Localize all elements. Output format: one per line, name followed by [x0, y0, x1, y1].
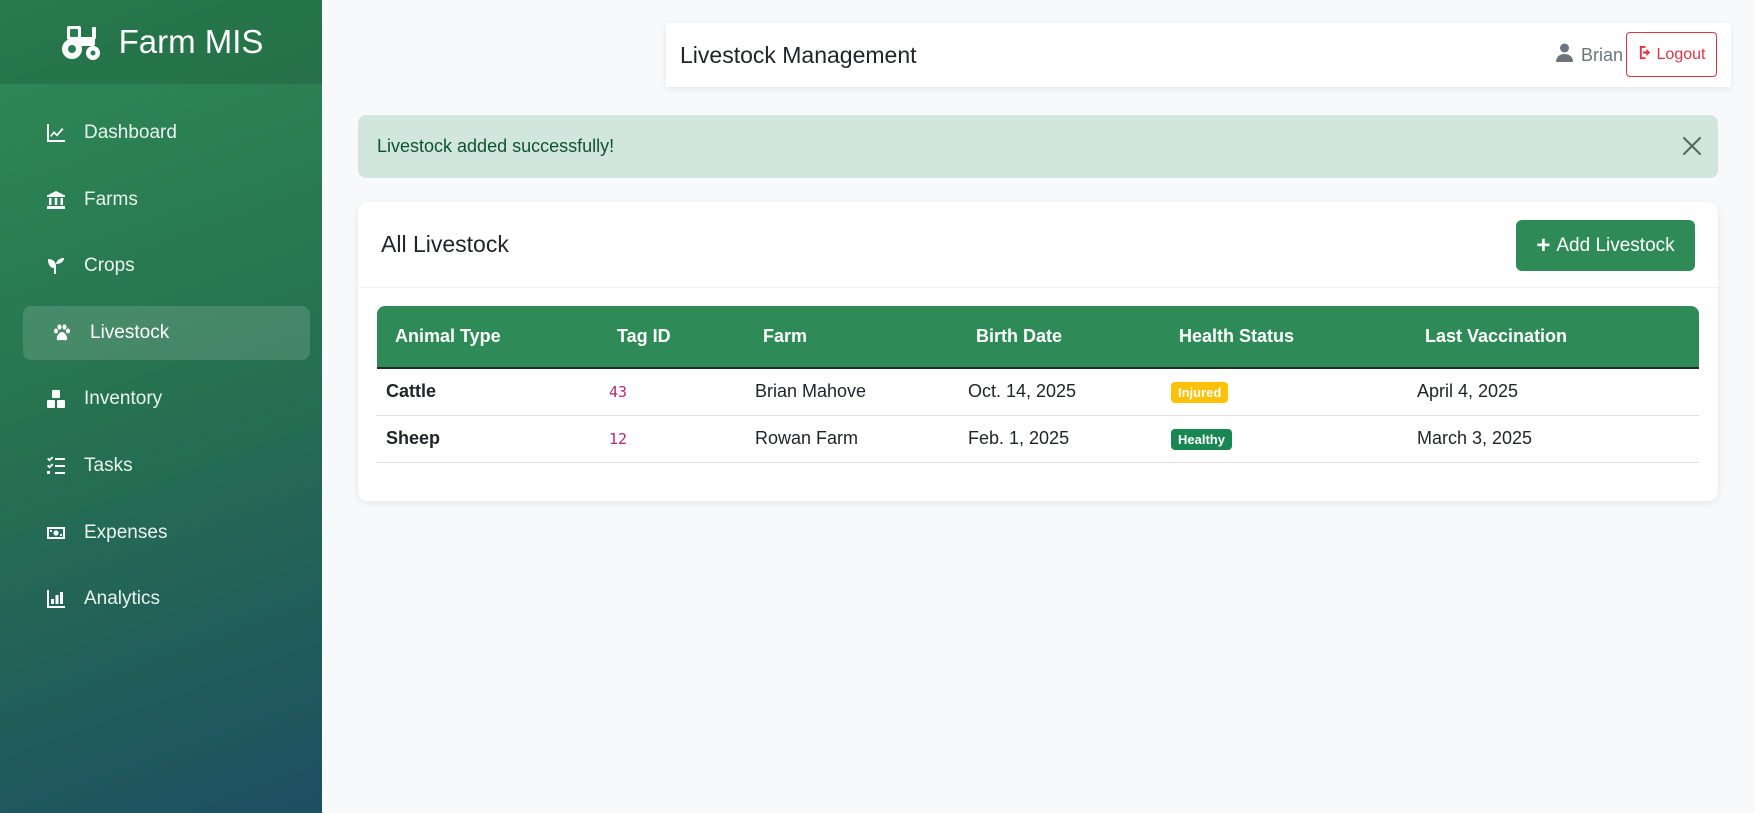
sidebar-item-inventory[interactable]: Inventory: [23, 372, 310, 426]
sidebar-item-label: Livestock: [90, 321, 170, 343]
user-info[interactable]: Brian: [1555, 23, 1623, 87]
cell-health-status: Healthy: [1171, 415, 1417, 463]
sidebar-item-dashboard[interactable]: Dashboard: [23, 106, 310, 160]
plus-icon: +: [1536, 231, 1551, 259]
building-columns-icon: [45, 189, 66, 210]
livestock-table: Animal Type Tag ID Farm Birth Date Healt…: [377, 306, 1699, 463]
sidebar-nav: Dashboard Farms Crops Livestock Inventor…: [0, 84, 322, 626]
paw-icon: [51, 322, 72, 343]
column-header-last-vaccination[interactable]: Last Vaccination: [1417, 306, 1699, 369]
column-header-health-status[interactable]: Health Status: [1171, 306, 1417, 369]
tractor-icon: [59, 23, 103, 61]
sidebar-item-analytics[interactable]: Analytics: [23, 572, 310, 626]
cell-last-vaccination: March 3, 2025: [1417, 415, 1699, 463]
card-title: All Livestock: [381, 231, 509, 257]
sidebar-item-tasks[interactable]: Tasks: [23, 439, 310, 493]
seedling-icon: [45, 256, 66, 277]
sidebar-item-label: Analytics: [84, 588, 161, 610]
sidebar-item-livestock[interactable]: Livestock: [23, 305, 310, 360]
close-icon[interactable]: [1680, 134, 1704, 158]
user-icon: [1555, 43, 1573, 67]
list-check-icon: [45, 455, 66, 476]
table-header-row: Animal Type Tag ID Farm Birth Date Healt…: [377, 306, 1699, 369]
add-livestock-button[interactable]: + Add Livestock: [1516, 220, 1695, 271]
user-name: Brian: [1580, 44, 1623, 65]
cell-tag-id: 12: [609, 415, 755, 463]
column-header-birth-date[interactable]: Birth Date: [968, 306, 1171, 369]
table-row[interactable]: Sheep 12 Rowan Farm Feb. 1, 2025 Healthy…: [377, 415, 1699, 463]
sidebar-item-label: Dashboard: [84, 122, 177, 143]
column-header-farm[interactable]: Farm: [755, 306, 968, 369]
sidebar-item-farms[interactable]: Farms: [23, 173, 310, 227]
logout-label: Logout: [1656, 45, 1706, 63]
cell-animal-type: Sheep: [377, 415, 609, 463]
brand-title: Farm MIS: [118, 23, 264, 60]
column-header-animal-type[interactable]: Animal Type: [377, 306, 609, 369]
sidebar-item-label: Inventory: [84, 388, 163, 410]
cell-birth-date: Oct. 14, 2025: [968, 368, 1171, 416]
money-bill-icon: [45, 522, 66, 543]
add-livestock-label: Add Livestock: [1556, 234, 1675, 256]
sidebar-item-label: Farms: [84, 188, 138, 210]
sidebar-item-label: Crops: [84, 255, 135, 277]
cell-health-status: Injured: [1171, 368, 1417, 416]
brand[interactable]: Farm MIS: [0, 0, 322, 84]
sidebar-item-label: Tasks: [84, 454, 133, 476]
cell-tag-id: 43: [609, 368, 755, 416]
chart-line-icon: [45, 123, 66, 144]
cell-farm: Brian Mahove: [755, 368, 968, 416]
card-header: All Livestock: [358, 202, 1718, 288]
status-badge: Injured: [1171, 381, 1229, 403]
sidebar-item-expenses[interactable]: Expenses: [23, 506, 310, 560]
sidebar-item-label: Expenses: [84, 521, 168, 543]
logout-button[interactable]: Logout: [1626, 32, 1717, 77]
livestock-table-wrap: Animal Type Tag ID Farm Birth Date Healt…: [377, 306, 1699, 463]
cell-birth-date: Feb. 1, 2025: [968, 415, 1171, 463]
chart-bar-icon: [45, 589, 66, 610]
topbar: Livestock Management Brian Logout: [666, 23, 1731, 87]
cell-animal-type: Cattle: [377, 368, 609, 416]
boxes-icon: [45, 389, 66, 410]
status-badge: Healthy: [1171, 428, 1232, 450]
cell-last-vaccination: April 4, 2025: [1417, 368, 1699, 416]
cell-farm: Rowan Farm: [755, 415, 968, 463]
sign-out-icon: [1638, 45, 1653, 65]
success-alert: Livestock added successfully!: [358, 115, 1718, 178]
sidebar-item-crops[interactable]: Crops: [23, 239, 310, 293]
table-row[interactable]: Cattle 43 Brian Mahove Oct. 14, 2025 Inj…: [377, 368, 1699, 416]
livestock-card: All Livestock + Add Livestock Animal Typ…: [358, 202, 1718, 501]
page-title: Livestock Management: [680, 41, 917, 68]
column-header-tag-id[interactable]: Tag ID: [609, 306, 755, 369]
sidebar: Farm MIS Dashboard Farms Crops Livestock: [0, 0, 322, 813]
alert-message: Livestock added successfully!: [377, 136, 615, 156]
